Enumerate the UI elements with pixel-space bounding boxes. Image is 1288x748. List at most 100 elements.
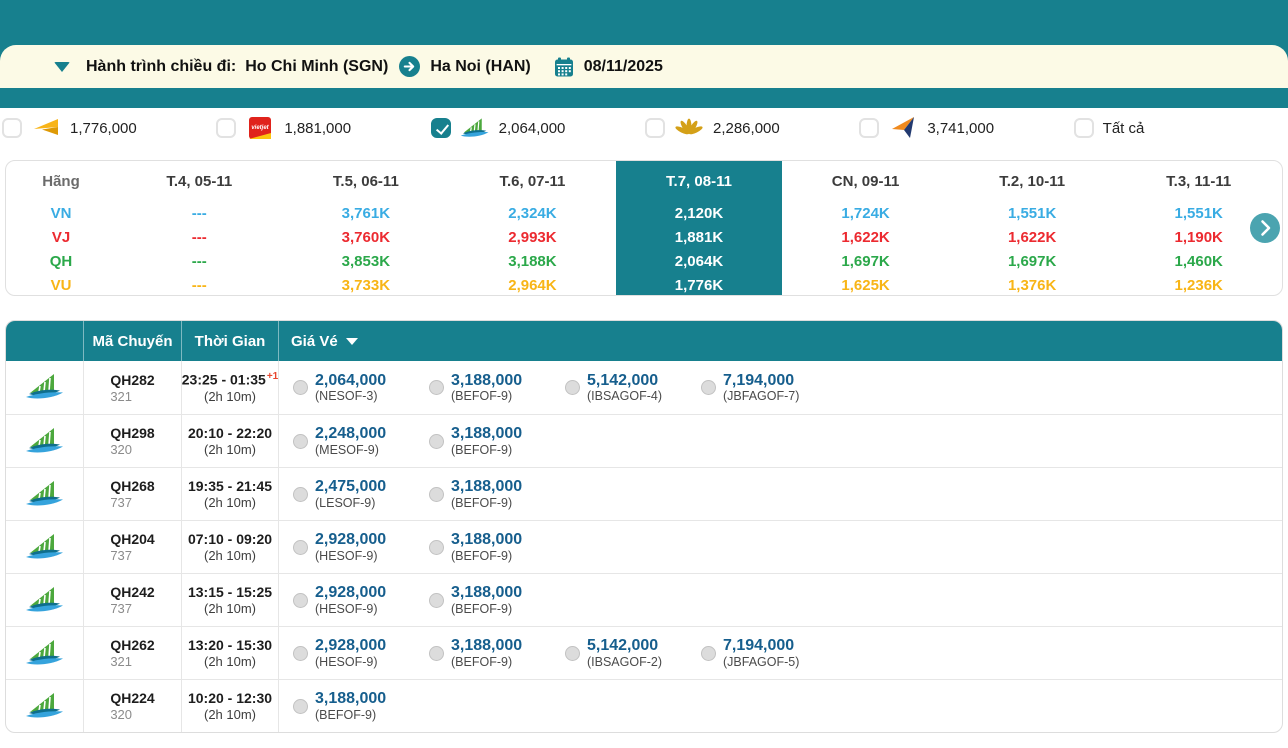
matrix-fare-cell[interactable]: 1,776K (616, 273, 783, 295)
fare-option[interactable]: 3,188,000 (BEFOF-9) (429, 531, 565, 563)
header-price-sort[interactable]: Giá Vé (278, 321, 1282, 361)
checkbox-icon[interactable] (2, 118, 22, 138)
matrix-fare-cell[interactable]: 2,993K (449, 225, 616, 249)
fare-option[interactable]: 3,188,000 (BEFOF-9) (429, 425, 565, 457)
fare-radio-icon[interactable] (293, 539, 308, 555)
fare-radio-icon[interactable] (429, 486, 444, 502)
fare-option[interactable]: 7,194,000 (JBFAGOF-5) (701, 637, 837, 669)
fare-option[interactable]: 3,188,000 (BEFOF-9) (429, 637, 565, 669)
fare-option[interactable]: 2,928,000 (HESOF-9) (293, 531, 429, 563)
matrix-fare-cell[interactable]: --- (116, 225, 283, 249)
matrix-fare-cell[interactable]: 1,697K (949, 249, 1116, 273)
fare-option[interactable]: 2,064,000 (NESOF-3) (293, 372, 429, 404)
matrix-fare-cell[interactable]: 1,625K (782, 273, 949, 295)
matrix-airline-code: QH (49, 252, 73, 270)
matrix-fare-cell[interactable]: 2,064K (616, 249, 783, 273)
fare-radio-icon[interactable] (293, 592, 308, 608)
matrix-header-day[interactable]: T.7, 08-11 (616, 161, 783, 201)
fare-option[interactable]: 2,928,000 (HESOF-9) (293, 637, 429, 669)
fare-radio-icon[interactable] (429, 380, 444, 395)
fare-option[interactable]: 3,188,000 (BEFOF-9) (429, 372, 565, 404)
matrix-header-day[interactable]: T.4, 05-11 (116, 161, 283, 201)
fare-price: 3,188,000 (451, 425, 523, 443)
flight-code-cell: QH242 737 (83, 574, 181, 626)
checkbox-icon[interactable] (859, 118, 880, 138)
airline-min-price: 2,286,000 (712, 119, 780, 137)
airline-filter-2[interactable]: vietjet 1,881,000 (216, 116, 430, 140)
airline-filter-1[interactable]: 1,776,000 (2, 117, 216, 139)
flight-time-cell: 13:15 - 15:25 (2h 10m) (181, 574, 278, 626)
matrix-header-day[interactable]: T.6, 07-11 (449, 161, 616, 201)
filter-all-airlines[interactable]: Tất cả (1073, 118, 1288, 138)
top-header-band: Hành trình chiều đi: Ho Chi Minh (SGN) H… (0, 0, 1288, 88)
flight-results-card: Mã Chuyến Thời Gian Giá Vé QH282 321 23:25… (5, 320, 1283, 733)
flight-code-cell: QH224 320 (83, 680, 181, 732)
fare-option[interactable]: 2,248,000 (MESOF-9) (293, 425, 429, 457)
calendar-icon[interactable] (554, 57, 574, 77)
flight-duration: (2h 10m) (203, 601, 257, 616)
checkbox-icon[interactable] (430, 118, 451, 138)
fare-radio-icon[interactable] (429, 645, 444, 661)
flight-duration: (2h 10m) (203, 548, 257, 563)
matrix-fare-cell[interactable]: 3,761K (283, 201, 450, 225)
fare-radio-icon[interactable] (293, 380, 308, 395)
matrix-fare-cell[interactable]: 2,964K (449, 273, 616, 295)
fare-radio-icon[interactable] (293, 698, 308, 714)
fare-radio-icon[interactable] (701, 645, 716, 661)
matrix-fare-cell[interactable]: 3,760K (283, 225, 450, 249)
matrix-fare-cell[interactable]: --- (116, 201, 283, 225)
matrix-fare-cell[interactable]: 3,733K (283, 273, 450, 295)
fare-option[interactable]: 5,142,000 (IBSAGOF-2) (565, 637, 701, 669)
matrix-fare-cell[interactable]: 1,697K (782, 249, 949, 273)
matrix-fare-cell[interactable]: 3,188K (449, 249, 616, 273)
matrix-header-day[interactable]: T.3, 11-11 (1115, 161, 1282, 201)
checkbox-icon[interactable] (1073, 118, 1094, 138)
fare-option[interactable]: 3,188,000 (BEFOF-9) (293, 690, 429, 722)
matrix-fare-cell[interactable]: 1,376K (949, 273, 1116, 295)
fare-option[interactable]: 7,194,000 (JBFAGOF-7) (701, 372, 837, 404)
matrix-fare-cell[interactable]: 2,324K (449, 201, 616, 225)
fare-radio-icon[interactable] (429, 592, 444, 608)
matrix-fare-cell[interactable]: --- (116, 273, 283, 295)
aircraft-type: 321 (110, 654, 133, 669)
fare-radio-icon[interactable] (701, 380, 716, 395)
matrix-fare-cell[interactable]: 1,724K (782, 201, 949, 225)
fare-radio-icon[interactable] (293, 645, 308, 661)
matrix-fare-cell[interactable]: --- (116, 249, 283, 273)
fare-option[interactable]: 3,188,000 (BEFOF-9) (429, 478, 565, 510)
fare-option[interactable]: 2,928,000 (HESOF-9) (293, 584, 429, 616)
matrix-fare-cell[interactable]: 1,460K (1115, 249, 1282, 273)
airline-filter-3[interactable]: 2,064,000 (430, 115, 645, 142)
fare-radio-icon[interactable] (565, 380, 580, 395)
next-days-button[interactable] (1250, 213, 1280, 243)
matrix-header-day[interactable]: T.5, 06-11 (283, 161, 450, 201)
fare-option[interactable]: 5,142,000 (IBSAGOF-4) (565, 372, 701, 404)
matrix-fare-cell[interactable]: 1,881K (616, 225, 783, 249)
matrix-header-day[interactable]: CN, 09-11 (782, 161, 949, 201)
matrix-fare-cell[interactable]: 1,622K (782, 225, 949, 249)
matrix-fare-cell[interactable]: 1,622K (949, 225, 1116, 249)
fare-radio-icon[interactable] (565, 645, 580, 661)
matrix-fare-cell[interactable]: 1,551K (949, 201, 1116, 225)
fare-radio-icon[interactable] (429, 433, 444, 449)
matrix-fare-cell[interactable]: 2,120K (616, 201, 783, 225)
fare-radio-icon[interactable] (429, 539, 444, 555)
matrix-header-day[interactable]: T.2, 10-11 (949, 161, 1116, 201)
checkbox-icon[interactable] (216, 118, 237, 138)
matrix-fare-cell[interactable]: 3,853K (283, 249, 450, 273)
fare-options-cell: 2,248,000 (MESOF-9) 3,188,000 (BEFOF-9) (278, 415, 1282, 467)
airline-filter-4[interactable]: 2,286,000 (644, 116, 859, 140)
flight-table-header: Mã Chuyến Thời Gian Giá Vé (6, 321, 1282, 361)
fare-option[interactable]: 2,475,000 (LESOF-9) (293, 478, 429, 510)
bamboo-airways-icon (25, 374, 63, 399)
fare-options-cell: 2,928,000 (HESOF-9) 3,188,000 (BEFOF-9) (278, 574, 1282, 626)
airline-filter-5[interactable]: 3,741,000 (859, 116, 1073, 140)
fare-radio-icon[interactable] (293, 433, 308, 449)
checkbox-icon[interactable] (644, 118, 665, 138)
collapse-caret-icon[interactable] (54, 61, 70, 72)
flight-number: QH282 (110, 371, 155, 388)
matrix-fare-cell[interactable]: 1,236K (1115, 273, 1282, 295)
fare-option[interactable]: 3,188,000 (BEFOF-9) (429, 584, 565, 616)
flight-row: QH268 737 19:35 - 21:45 (2h 10m) 2,475,000 (L… (6, 467, 1282, 520)
fare-radio-icon[interactable] (293, 486, 308, 502)
